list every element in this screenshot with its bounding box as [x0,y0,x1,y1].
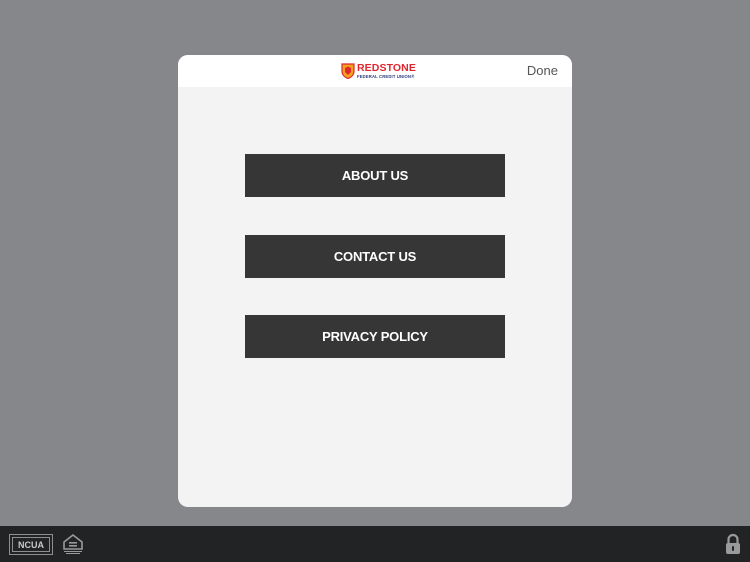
privacy-policy-button[interactable]: PRIVACY POLICY [245,315,505,358]
ncua-badge[interactable]: NCUA [9,534,53,555]
redstone-logo: REDSTONE FEDERAL CREDIT UNION® [341,62,416,80]
menu-modal: REDSTONE FEDERAL CREDIT UNION® Done ABOU… [178,55,572,507]
ncua-label: NCUA [12,537,50,552]
done-button[interactable]: Done [527,63,558,78]
contact-us-button[interactable]: CONTACT US [245,235,505,278]
shield-logo-icon [341,63,355,79]
logo-name: REDSTONE [357,62,416,75]
about-us-button[interactable]: ABOUT US [245,154,505,197]
footer-bar: NCUA [0,526,750,562]
logo-subtitle: FEDERAL CREDIT UNION® [357,73,415,79]
logo-text: REDSTONE FEDERAL CREDIT UNION® [357,63,416,79]
equal-housing-lender-icon[interactable] [62,533,84,555]
modal-header: REDSTONE FEDERAL CREDIT UNION® Done [178,55,572,87]
lock-icon[interactable] [724,533,742,555]
